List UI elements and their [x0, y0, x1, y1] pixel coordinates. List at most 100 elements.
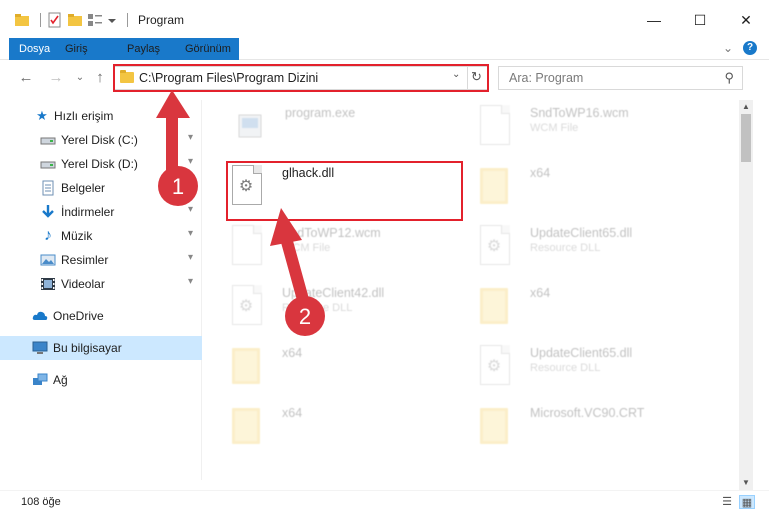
window-bottom-edge — [0, 514, 769, 530]
search-placeholder[interactable]: Ara: Program — [509, 71, 583, 85]
file-item[interactable]: Microsoft.VC90.CRT — [478, 405, 708, 465]
pin-icon: ▾ — [188, 204, 194, 215]
help-icon[interactable]: ? — [743, 41, 757, 55]
file-item[interactable]: program.exe — [233, 105, 463, 165]
pin-icon: ▾ — [188, 156, 194, 167]
drive-icon — [40, 132, 56, 148]
sidebar-item-label: Yerel Disk (D:) — [61, 157, 138, 171]
pin-icon: ▾ — [188, 276, 194, 287]
view-switcher: ☰ ▦ — [719, 495, 755, 509]
scroll-thumb[interactable] — [741, 114, 751, 162]
file-list: program.exe SndToWP16.wcm WCM File ⚙ glh… — [205, 100, 738, 480]
forward-button[interactable]: → — [46, 68, 66, 88]
file-name: x64 — [282, 406, 303, 420]
scroll-up-icon[interactable]: ▲ — [739, 100, 753, 114]
navigation-pane: ★ Hızlı erişim Yerel Disk (C:) ▾ Yerel D… — [0, 100, 202, 480]
tab-home[interactable]: Giriş — [56, 38, 97, 60]
pin-icon: ▾ — [188, 132, 194, 143]
sidebar-item-label: Müzik — [61, 229, 93, 243]
file-item[interactable]: ⚙ UpdateClient42.dll Resource DLL — [230, 285, 460, 345]
address-bar[interactable]: C:\Program Files\Program Dizini ⌄ ↻ — [114, 66, 488, 90]
file-highlight-box — [226, 161, 463, 221]
tab-view[interactable]: Görünüm — [176, 38, 240, 60]
sidebar-item-network[interactable]: Ağ — [0, 368, 202, 392]
sidebar-item-quick-access[interactable]: ★ Hızlı erişim — [0, 104, 202, 128]
file-name: UpdateClient42.dll — [282, 286, 385, 300]
file-item[interactable]: SndToWP16.wcm WCM File — [478, 105, 708, 165]
file-item[interactable]: x64 — [230, 405, 460, 465]
documents-icon — [40, 180, 56, 196]
vertical-scrollbar[interactable]: ▲ ▼ — [739, 100, 753, 490]
sidebar-item-this-pc[interactable]: Bu bilgisayar — [0, 336, 202, 360]
navigation-bar: ← → ⌄ ↑ C:\Program Files\Program Dizini … — [0, 62, 769, 94]
maximize-button[interactable]: ☐ — [677, 0, 723, 40]
file-item[interactable]: SndToWP12.wcm WCM File — [230, 225, 460, 285]
quick-access-toolbar — [0, 0, 134, 40]
scroll-down-icon[interactable]: ▼ — [739, 476, 753, 490]
file-name: x64 — [530, 286, 551, 300]
toolbar-separator — [40, 13, 41, 27]
file-item[interactable]: ⚙ UpdateClient65.dll Resource DLL — [478, 225, 708, 285]
address-divider — [467, 67, 468, 89]
music-icon: ♪ — [44, 227, 52, 244]
file-type: Resource DLL — [530, 362, 601, 374]
expand-ribbon-icon[interactable]: ⌄ — [723, 41, 733, 55]
customize-toolbar-icon[interactable] — [87, 12, 103, 28]
large-icons-view-icon[interactable]: ▦ — [739, 495, 755, 509]
sidebar-item-videos[interactable]: Videolar ▾ — [0, 272, 202, 296]
network-icon — [32, 372, 48, 388]
details-view-icon[interactable]: ☰ — [719, 495, 735, 509]
toolbar-separator — [127, 13, 128, 27]
refresh-icon[interactable]: ↻ — [471, 69, 482, 85]
document-icon — [230, 225, 264, 269]
address-path[interactable]: C:\Program Files\Program Dizini — [139, 71, 318, 85]
drive-icon — [40, 156, 56, 172]
sidebar-item-pictures[interactable]: Resimler ▾ — [0, 248, 202, 272]
file-item[interactable]: ⚙ UpdateClient65.dll Resource DLL — [478, 345, 708, 405]
sidebar-item-disk-c[interactable]: Yerel Disk (C:) ▾ — [0, 128, 202, 152]
back-button[interactable]: ← — [16, 68, 36, 88]
file-type: Resource DLL — [282, 302, 353, 314]
file-item[interactable]: x64 — [230, 345, 460, 405]
file-type: Resource DLL — [530, 242, 601, 254]
ribbon-tabs: Dosya Giriş Paylaş Görünüm ⌄ ? — [0, 38, 769, 60]
status-bar: 108 öğe ☰ ▦ — [0, 490, 769, 514]
sidebar-item-disk-d[interactable]: Yerel Disk (D:) ▾ — [0, 152, 202, 176]
dll-icon: ⚙ — [230, 285, 264, 329]
file-name: SndToWP16.wcm — [530, 106, 629, 120]
pictures-icon — [40, 252, 56, 268]
properties-icon[interactable] — [47, 12, 63, 28]
folder-icon[interactable] — [14, 12, 30, 28]
file-name: x64 — [530, 166, 551, 180]
dll-icon: ⚙ — [478, 345, 512, 389]
sidebar-item-label: Resimler — [61, 253, 109, 267]
search-box[interactable]: Ara: Program ⚲ — [498, 66, 743, 90]
tab-share[interactable]: Paylaş — [118, 38, 169, 60]
title-bar: Program — ☐ ✕ — [0, 0, 769, 40]
close-button[interactable]: ✕ — [723, 0, 769, 40]
file-name: program.exe — [285, 106, 356, 120]
folder-icon — [230, 345, 264, 389]
up-button[interactable]: ↑ — [90, 68, 110, 88]
download-icon — [40, 204, 56, 220]
file-item[interactable]: x64 — [478, 285, 708, 345]
sidebar-item-downloads[interactable]: İndirmeler ▾ — [0, 200, 202, 224]
cloud-icon — [32, 308, 48, 324]
sidebar-item-label: Ağ — [53, 373, 68, 387]
recent-locations-button[interactable]: ⌄ — [70, 68, 90, 88]
sidebar-item-onedrive[interactable]: OneDrive — [0, 304, 202, 328]
folder-icon — [478, 285, 512, 329]
sidebar-item-label: Bu bilgisayar — [53, 341, 122, 355]
pin-icon: ▾ — [188, 180, 194, 191]
sidebar-item-label: OneDrive — [53, 309, 104, 323]
search-icon[interactable]: ⚲ — [724, 70, 734, 86]
file-name: UpdateClient65.dll — [530, 226, 633, 240]
sidebar-item-documents[interactable]: Belgeler ▾ — [0, 176, 202, 200]
address-dropdown-icon[interactable]: ⌄ — [452, 69, 460, 80]
file-item[interactable]: x64 — [478, 165, 708, 225]
qat-dropdown-icon[interactable] — [107, 12, 117, 28]
minimize-button[interactable]: — — [631, 0, 677, 40]
window-title: Program — [138, 13, 185, 27]
sidebar-item-music[interactable]: ♪ Müzik ▾ — [0, 224, 202, 248]
new-folder-icon[interactable] — [67, 12, 83, 28]
